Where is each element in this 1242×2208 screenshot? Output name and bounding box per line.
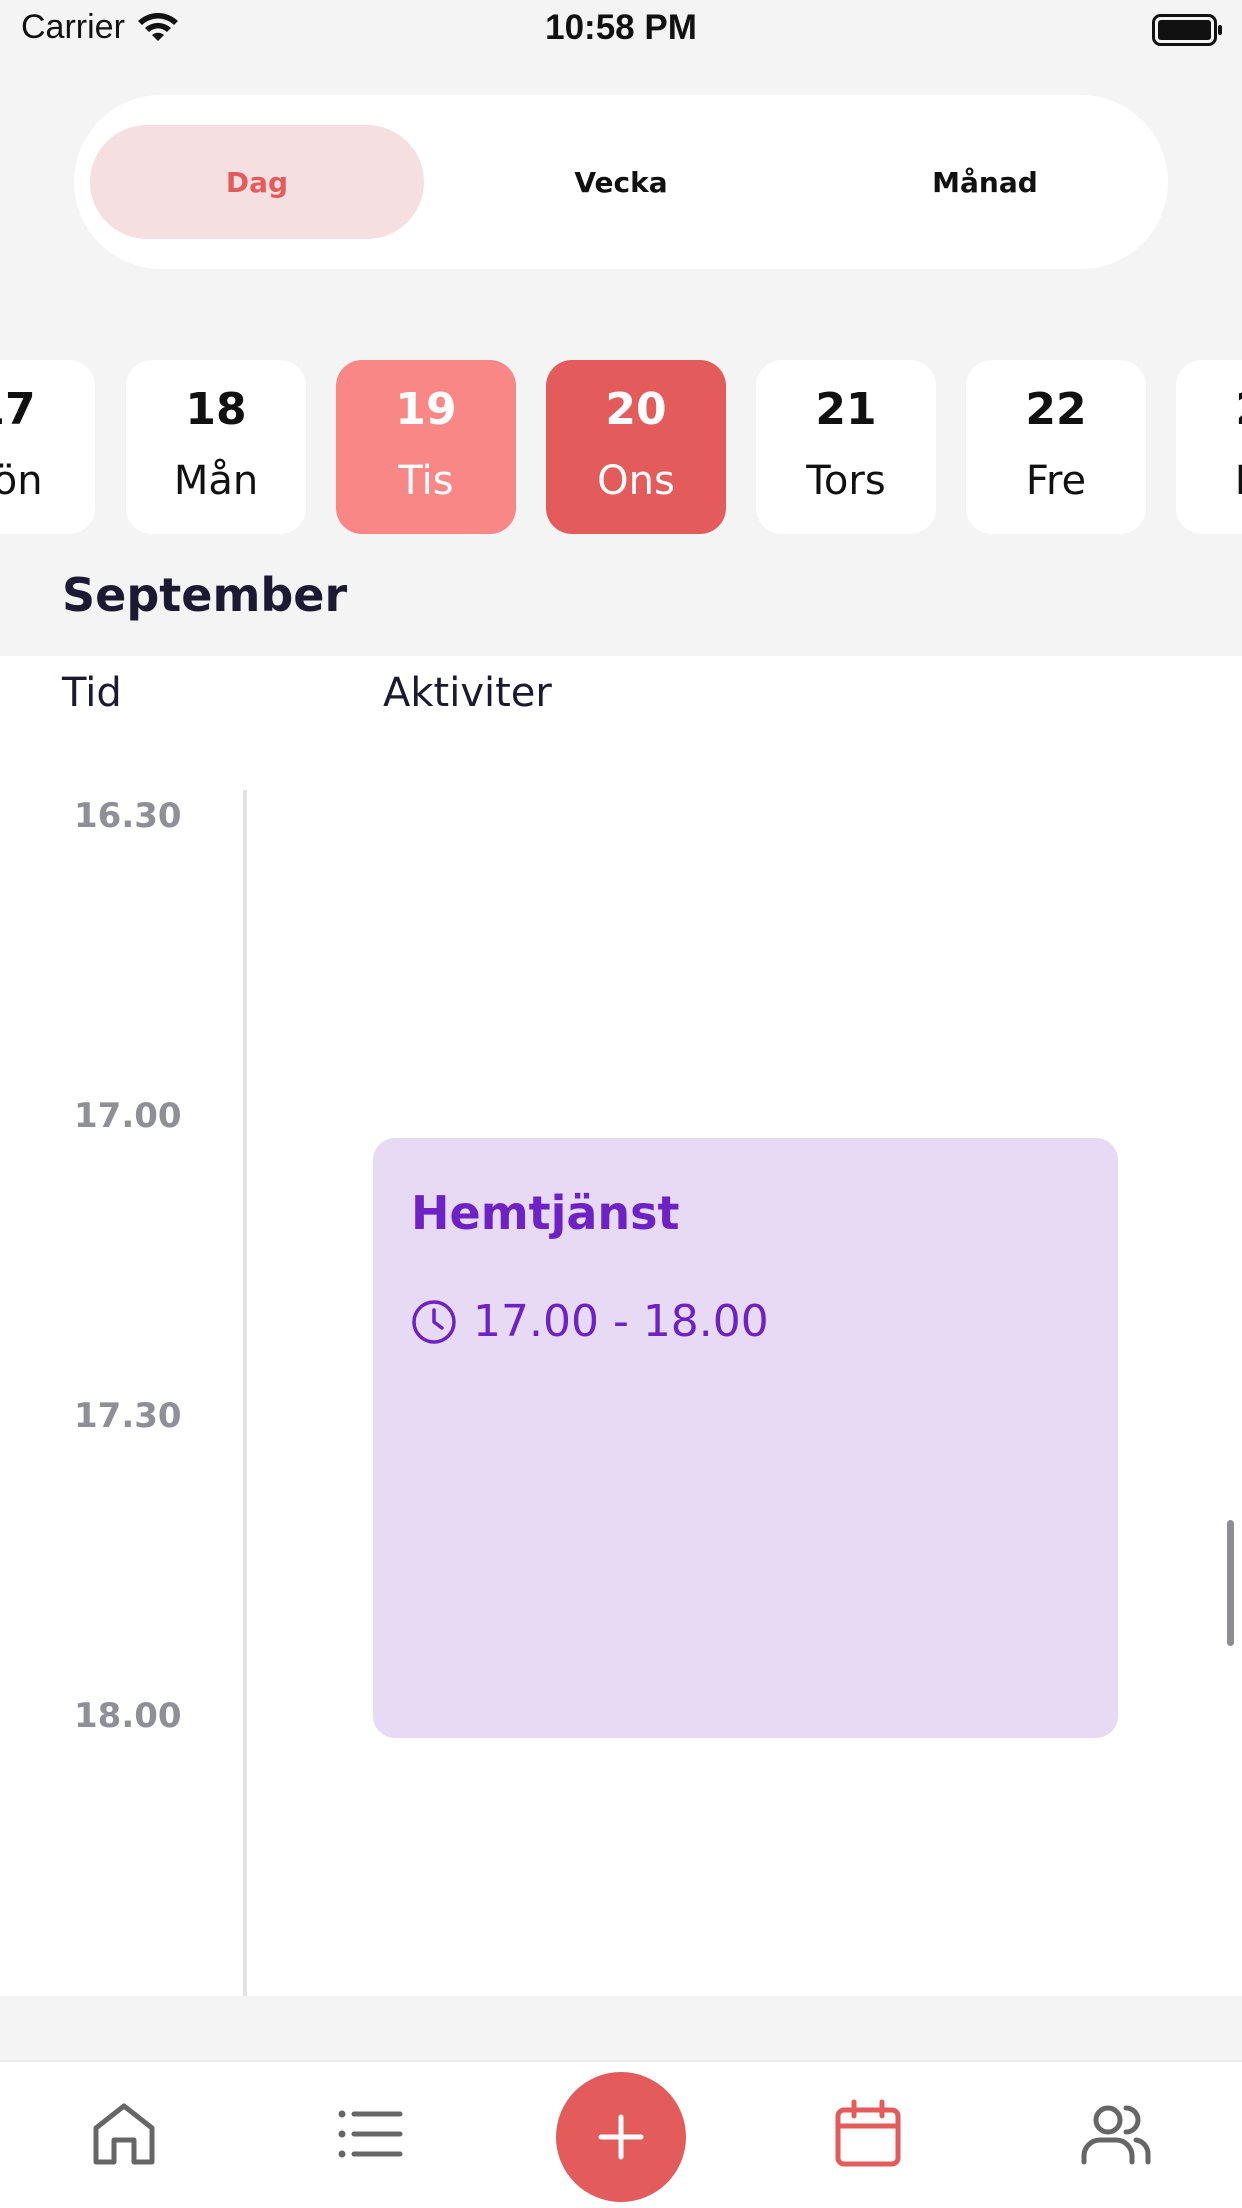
date-number: 21 [815,384,877,435]
date-weekday: Ons [597,458,675,504]
list-icon [338,2110,403,2158]
date-card[interactable]: 18 Mån [126,360,306,534]
add-button[interactable] [556,2072,686,2202]
date-strip[interactable]: 17 Sön 18 Mån 19 Tis 20 Ons 21 Tors 22 F… [0,360,1242,534]
date-number: 20 [605,384,667,435]
tab-month[interactable]: Månad [818,125,1152,239]
column-header-time: Tid [62,670,122,716]
event-title: Hemtjänst [411,1186,680,1240]
calendar-icon [835,2099,901,2167]
bottom-tab-bar [0,2060,1242,2208]
date-weekday: Mån [173,458,259,504]
people-icon [1081,2105,1151,2165]
date-weekday: Tis [398,458,454,504]
calendar-tab[interactable] [832,2098,904,2170]
timeline-divider [243,790,247,1996]
home-icon [93,2103,155,2165]
battery-icon [1152,14,1222,46]
date-card[interactable]: 17 Sön [0,360,95,534]
date-number: 17 [0,384,36,435]
time-slot-label: 17.30 [74,1396,182,1436]
plus-icon [598,2114,644,2160]
event-time-range: 17.00 - 18.00 [473,1296,769,1347]
date-card[interactable]: 22 Fre [966,360,1146,534]
people-tab[interactable] [1080,2098,1152,2170]
date-card[interactable]: 21 Tors [756,360,936,534]
day-schedule[interactable]: Tid Aktiviter 16.30 17.00 17.30 18.00 He… [0,656,1242,1996]
time-slot-label: 18.00 [74,1696,182,1736]
date-number: 23 [1176,384,1242,435]
event-time: 17.00 - 18.00 [411,1296,769,1347]
status-time: 10:58 PM [545,8,697,47]
date-card[interactable]: 23 Lör [1176,360,1242,534]
column-header-activities: Aktiviter [383,670,552,716]
status-bar: Carrier 10:58 PM [0,0,1242,64]
tab-week[interactable]: Vecka [454,125,788,239]
date-card[interactable]: 19 Tis [336,360,516,534]
date-weekday: Lör [1176,458,1242,504]
date-number: 19 [395,384,457,435]
date-weekday: Fre [1025,458,1087,504]
event-card[interactable]: Hemtjänst 17.00 - 18.00 [373,1138,1118,1738]
home-tab[interactable] [88,2098,160,2170]
date-number: 18 [185,384,247,435]
date-card-selected[interactable]: 20 Ons [546,360,726,534]
time-slot-label: 16.30 [74,796,182,836]
view-mode-switch: Dag Vecka Månad [74,95,1168,269]
month-title: September [62,568,348,622]
list-tab[interactable] [334,2098,406,2170]
date-weekday: Sön [0,458,43,504]
tab-day[interactable]: Dag [90,125,424,239]
date-number: 22 [1025,384,1087,435]
time-slot-label: 17.00 [74,1096,182,1136]
clock-icon [412,1299,456,1344]
date-weekday: Tors [806,458,886,504]
scrollbar[interactable] [1227,1520,1234,1646]
